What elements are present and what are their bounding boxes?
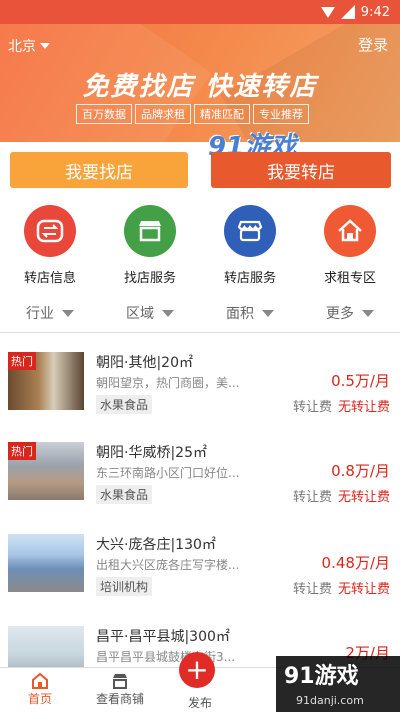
chevron-down-icon xyxy=(362,309,374,317)
fee-label: 转让费 xyxy=(292,582,332,597)
banner-tag: 专业推荐 xyxy=(253,104,309,124)
wifi-icon xyxy=(320,6,335,18)
hot-badge: 热门 xyxy=(8,352,36,370)
banner-tag: 精准匹配 xyxy=(194,104,250,124)
banner-tag: 百万数据 xyxy=(76,104,132,124)
transfer-icon xyxy=(24,205,76,257)
transfer-shop-button[interactable]: 我要转店 xyxy=(211,152,391,188)
filter-label: 行业 xyxy=(26,306,54,322)
header-banner: 北京 登录 免费找店 快速转店 百万数据 品牌求租 精准匹配 专业推荐 xyxy=(0,24,400,142)
category-find-service[interactable]: 找店服务 xyxy=(100,205,200,286)
listing-desc: 出租大兴区庞各庄写字楼... xyxy=(96,558,240,572)
fee-value: 无转让费 xyxy=(337,400,390,415)
watermark-url: 91danji.com xyxy=(296,694,364,707)
listing-title: 昌平·昌平县城|300㎡ xyxy=(96,629,230,645)
category-label: 求租专区 xyxy=(323,271,376,286)
category-label: 找店服务 xyxy=(123,271,176,286)
filter-more[interactable]: 更多 xyxy=(300,300,400,326)
chevron-down-icon xyxy=(162,309,174,317)
listing-photo: 热门 xyxy=(8,352,84,410)
banner-slogan: 免费找店 快速转店 xyxy=(82,72,318,102)
city-label: 北京 xyxy=(8,39,36,55)
status-time: 9:42 xyxy=(360,4,390,20)
store-icon xyxy=(224,205,276,257)
listing-desc: 东三环南路小区门口好位... xyxy=(96,466,240,480)
listing-title: 朝阳·华威桥|25㎡ xyxy=(96,445,207,461)
listing-price: 0.48万/月 xyxy=(321,554,390,572)
category-transfer-info[interactable]: 转店信息 xyxy=(0,205,100,286)
tab-label: 发布 xyxy=(187,696,212,710)
chevron-down-icon xyxy=(40,43,50,49)
chevron-down-icon xyxy=(262,309,274,317)
listing-tag: 水果食品 xyxy=(96,395,153,414)
home-icon xyxy=(32,672,48,689)
listing-photo: 热门 xyxy=(8,442,84,500)
listing-desc: 朝阳望京，热门商圈，美... xyxy=(96,376,240,390)
category-label: 转店信息 xyxy=(23,271,76,286)
tab-label: 查看商铺 xyxy=(95,692,144,706)
filter-bar: 行业 区域 面积 更多 xyxy=(0,300,400,326)
listing-tag: 水果食品 xyxy=(96,485,153,504)
watermark-overlay: 91游戏 91danji.com xyxy=(276,656,400,712)
tab-publish[interactable]: 发布 xyxy=(150,694,250,711)
filter-area[interactable]: 区域 xyxy=(100,300,200,326)
chevron-down-icon xyxy=(62,309,74,317)
fee-value: 无转让费 xyxy=(337,582,390,597)
find-shop-button[interactable]: 我要找店 xyxy=(10,152,188,188)
filter-industry[interactable]: 行业 xyxy=(0,300,100,326)
listing-price: 0.5万/月 xyxy=(331,372,390,390)
watermark-logo: 91游戏 xyxy=(284,664,359,689)
fee-label: 转让费 xyxy=(292,490,332,505)
filter-size[interactable]: 面积 xyxy=(200,300,300,326)
store-icon xyxy=(113,674,127,689)
listing-title: 大兴·庞各庄|130㎡ xyxy=(96,537,216,553)
listing-title: 朝阳·其他|20㎡ xyxy=(96,355,193,371)
tab-label: 首页 xyxy=(27,692,52,706)
listing-tag: 培训机构 xyxy=(96,577,153,596)
category-transfer-service[interactable]: 转店服务 xyxy=(200,205,300,286)
listing-item[interactable]: 热门 朝阳·华威桥|25㎡ 东三环南路小区门口好位... 水果食品 0.8万/月… xyxy=(0,424,400,514)
category-rent-zone[interactable]: 求租专区 xyxy=(300,205,400,286)
filter-label: 更多 xyxy=(326,306,354,322)
listing-price: 0.8万/月 xyxy=(331,462,390,480)
filter-label: 面积 xyxy=(226,306,254,322)
signal-icon xyxy=(340,5,355,19)
fee-value: 无转让费 xyxy=(337,490,390,505)
shop-icon xyxy=(124,205,176,257)
divider xyxy=(0,332,400,333)
fee-label: 转让费 xyxy=(292,400,332,415)
category-row: 转店信息 找店服务 转店服务 求租专区 xyxy=(0,205,400,286)
listing-item[interactable]: 热门 朝阳·其他|20㎡ 朝阳望京，热门商圈，美... 水果食品 0.5万/月 … xyxy=(0,334,400,424)
listing-item[interactable]: 大兴·庞各庄|130㎡ 出租大兴区庞各庄写字楼... 培训机构 0.48万/月 … xyxy=(0,516,400,606)
category-label: 转店服务 xyxy=(223,271,276,286)
banner-tags: 百万数据 品牌求租 精准匹配 专业推荐 xyxy=(76,104,312,124)
login-link[interactable]: 登录 xyxy=(358,34,388,55)
listing-photo xyxy=(8,534,84,592)
hot-badge: 热门 xyxy=(8,442,36,460)
banner-tag: 品牌求租 xyxy=(135,104,191,124)
filter-label: 区域 xyxy=(126,306,154,322)
home-icon xyxy=(324,205,376,257)
publish-plus-button[interactable]: + xyxy=(179,652,215,688)
status-bar: 9:42 xyxy=(0,0,400,24)
city-selector[interactable]: 北京 xyxy=(8,36,50,56)
